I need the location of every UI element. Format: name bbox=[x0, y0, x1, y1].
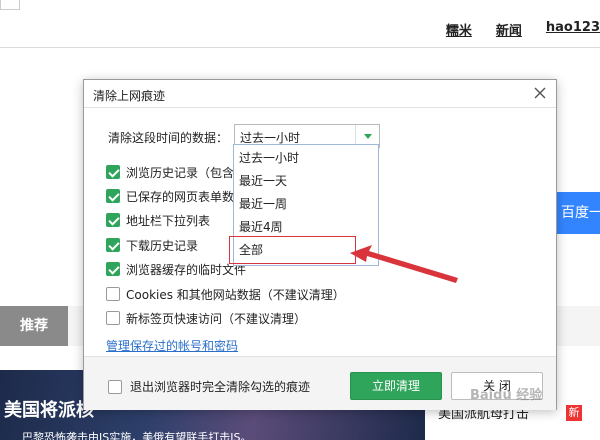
dropdown-item-past-day[interactable]: 最近一天 bbox=[234, 170, 378, 192]
checkbox-new-tab[interactable] bbox=[106, 311, 120, 325]
option-label: 新标签页快速访问（不建议清理） bbox=[126, 311, 307, 326]
close-icon-glyph bbox=[534, 87, 546, 99]
checkbox-browsing-history[interactable] bbox=[106, 165, 120, 179]
time-range-label: 清除这段时间的数据： bbox=[108, 131, 229, 145]
nav-link-nuomi[interactable]: 糯米 bbox=[446, 20, 472, 39]
option-download-history[interactable]: 下载历史记录 bbox=[106, 236, 198, 254]
dropdown-item-past-week[interactable]: 最近一周 bbox=[234, 193, 378, 215]
dropdown-item-past-hour[interactable]: 过去一小时 bbox=[234, 147, 378, 169]
option-label: 地址栏下拉列表 bbox=[126, 213, 211, 228]
browser-top-strip bbox=[0, 0, 600, 10]
tab-recommend[interactable]: 推荐 bbox=[0, 306, 68, 346]
manage-passwords-link[interactable]: 管理保存过的帐号和密码 bbox=[106, 337, 238, 354]
dialog-title: 清除上网痕迹 bbox=[93, 89, 166, 103]
option-label: Cookies 和其他网站数据（不建议清理） bbox=[126, 287, 345, 302]
close-icon[interactable] bbox=[532, 85, 548, 101]
nav-link-news[interactable]: 新闻 bbox=[496, 20, 522, 39]
news-headline[interactable]: 美国将派核 bbox=[4, 396, 94, 422]
option-label: 下载历史记录 bbox=[126, 238, 199, 253]
exit-clear-label: 退出浏览器时完全清除勾选的痕迹 bbox=[130, 380, 311, 394]
checkbox-exit-clear[interactable] bbox=[108, 379, 122, 394]
search-box-edge bbox=[0, 0, 20, 10]
option-label: 已保存的网页表单数 bbox=[126, 189, 235, 204]
clear-now-button[interactable]: 立即清理 bbox=[350, 372, 442, 400]
option-label: 浏览器缓存的临时文件 bbox=[126, 262, 247, 277]
option-cache[interactable]: 浏览器缓存的临时文件 bbox=[106, 260, 246, 278]
option-label: 浏览历史记录（包含 bbox=[126, 165, 235, 180]
search-button[interactable]: 百度一下 bbox=[555, 192, 600, 234]
dropdown-item-past-4-weeks[interactable]: 最近4周 bbox=[234, 216, 378, 238]
option-form-data[interactable]: 已保存的网页表单数 bbox=[106, 187, 234, 205]
dialog-header: 清除上网痕迹 bbox=[84, 80, 556, 108]
option-address-bar[interactable]: 地址栏下拉列表 bbox=[106, 211, 210, 229]
exit-clear-option[interactable]: 退出浏览器时完全清除勾选的痕迹 bbox=[108, 378, 310, 395]
top-nav-links: 糯米 新闻 hao123 bbox=[446, 20, 600, 39]
checkbox-download-history[interactable] bbox=[106, 238, 120, 252]
checkbox-cache[interactable] bbox=[106, 262, 120, 276]
chevron-down-icon bbox=[364, 134, 372, 139]
checkbox-address-bar[interactable] bbox=[106, 213, 120, 227]
nav-link-hao123[interactable]: hao123 bbox=[546, 20, 600, 39]
watermark: Baidu 经验 bbox=[470, 388, 543, 403]
checkbox-cookies[interactable] bbox=[106, 287, 120, 301]
header-divider bbox=[0, 47, 600, 48]
highlight-box bbox=[229, 236, 356, 264]
new-badge: 新 bbox=[566, 405, 582, 421]
news-subline[interactable]: 巴黎恐怖袭击由IS实施，美俄有望联手打击IS。 bbox=[22, 429, 251, 440]
checkbox-form-data[interactable] bbox=[106, 189, 120, 203]
option-browsing-history[interactable]: 浏览历史记录（包含 bbox=[106, 163, 234, 181]
option-cookies[interactable]: Cookies 和其他网站数据（不建议清理） bbox=[106, 285, 345, 303]
option-new-tab[interactable]: 新标签页快速访问（不建议清理） bbox=[106, 309, 306, 327]
